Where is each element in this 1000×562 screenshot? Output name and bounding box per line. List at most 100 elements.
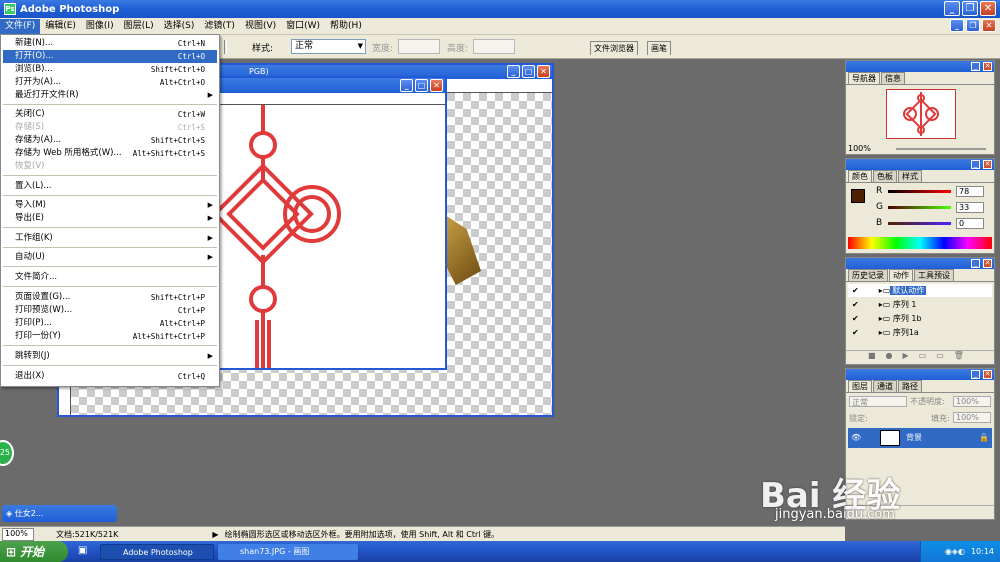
- menu-item-place[interactable]: 置入(L)...: [3, 180, 217, 193]
- menu-select[interactable]: 选择(S): [159, 19, 200, 34]
- green-slider[interactable]: [888, 206, 951, 209]
- tab-navigator[interactable]: 导航器: [848, 72, 880, 84]
- menu-help[interactable]: 帮助(H): [325, 19, 367, 34]
- menu-filter[interactable]: 滤镜(T): [199, 19, 240, 34]
- menu-item-print[interactable]: 打印(P)... Alt+Ctrl+P: [3, 317, 217, 330]
- width-input[interactable]: [398, 39, 440, 54]
- taskbar-item-label: shan73.JPG - 画图: [240, 547, 310, 556]
- menu-item-exit[interactable]: 退出(X) Ctrl+Q: [3, 370, 217, 383]
- menu-item-print-preview[interactable]: 打印预览(W)... Ctrl+P: [3, 304, 217, 317]
- minimize-icon[interactable]: _: [507, 65, 520, 78]
- actions-toolbar[interactable]: ■●▶▭▭🗑: [846, 350, 994, 363]
- minimize-icon[interactable]: _: [971, 160, 980, 169]
- menu-view[interactable]: 视图(V): [240, 19, 281, 34]
- tab-tool-presets[interactable]: 工具预设: [914, 269, 954, 281]
- minimize-icon[interactable]: _: [971, 259, 980, 268]
- foreground-color-swatch[interactable]: [851, 189, 865, 203]
- minimize-icon[interactable]: _: [971, 370, 980, 379]
- action-row[interactable]: ✔ ▸▭ 序列 1: [848, 298, 992, 311]
- maximize-icon[interactable]: □: [415, 79, 428, 92]
- menu-layer[interactable]: 图层(L): [119, 19, 159, 34]
- menu-item-save-as[interactable]: 存储为(A)... Shift+Ctrl+S: [3, 134, 217, 147]
- menu-edit[interactable]: 编辑(E): [40, 19, 81, 34]
- menu-item-open[interactable]: 打开(O)... Ctrl+O: [3, 50, 217, 63]
- style-select[interactable]: 正常 ▼: [291, 39, 366, 54]
- tab-info[interactable]: 信息: [881, 72, 905, 84]
- doc-restore-button[interactable]: ❐: [966, 19, 980, 32]
- navigator-thumbnail[interactable]: [886, 89, 956, 139]
- tab-paths[interactable]: 路径: [898, 380, 922, 392]
- tab-layers[interactable]: 图层: [848, 380, 872, 392]
- close-icon[interactable]: ✕: [983, 370, 992, 379]
- action-row[interactable]: ✔ ▸▭ 默认动作: [848, 284, 992, 297]
- menu-file[interactable]: 文件(F): [0, 18, 41, 34]
- taskbar-item-paint[interactable]: shan73.JPG - 画图: [218, 544, 358, 560]
- menu-item-label: 跳转到(J): [15, 351, 50, 361]
- maximize-icon[interactable]: □: [522, 65, 535, 78]
- menu-window[interactable]: 窗口(W): [281, 19, 325, 34]
- close-icon[interactable]: ✕: [983, 259, 992, 268]
- quicklaunch-icon[interactable]: ▣: [78, 545, 87, 556]
- menu-item-revert[interactable]: 恢复(V): [3, 160, 217, 173]
- menu-item-export[interactable]: 导出(E) ▶: [3, 212, 217, 225]
- menu-item-save-for-web[interactable]: 存储为 Web 所用格式(W)... Alt+Shift+Ctrl+S: [3, 147, 217, 160]
- tab-brushes[interactable]: 画笔: [647, 41, 671, 55]
- fill-input[interactable]: 100%: [953, 412, 991, 423]
- doc-close-button[interactable]: ✕: [982, 19, 996, 32]
- minimized-document[interactable]: ◈ 仕女2...: [2, 505, 117, 522]
- tab-file-browser[interactable]: 文件浏览器: [590, 41, 638, 55]
- minimize-icon[interactable]: _: [400, 79, 413, 92]
- menu-item-jump-to[interactable]: 跳转到(J) ▶: [3, 350, 217, 363]
- layer-row-background[interactable]: 👁 背景 🔒: [848, 428, 992, 448]
- menu-item-workgroup[interactable]: 工作组(K) ▶: [3, 232, 217, 245]
- action-row[interactable]: ✔ ▸▭ 序列 1b: [848, 312, 992, 325]
- tab-history[interactable]: 历史记录: [848, 269, 888, 281]
- arrow-icon[interactable]: ▶: [212, 530, 218, 539]
- minimize-button[interactable]: _: [944, 1, 960, 16]
- menu-item-save[interactable]: 存储(S) Ctrl+S: [3, 121, 217, 134]
- menu-item-new[interactable]: 新建(N)... Ctrl+N: [3, 37, 217, 50]
- menu-item-import[interactable]: 导入(M) ▶: [3, 199, 217, 212]
- menu-item-automate[interactable]: 自动(U) ▶: [3, 251, 217, 264]
- tray-icons[interactable]: ◉◈◐: [945, 547, 965, 556]
- menu-item-print-one[interactable]: 打印一份(Y) Alt+Shift+Ctrl+P: [3, 330, 217, 343]
- red-value-input[interactable]: 78: [956, 186, 984, 197]
- red-slider[interactable]: [888, 190, 951, 193]
- start-button[interactable]: ⊞ 开始: [0, 541, 68, 562]
- close-button[interactable]: ✕: [980, 1, 996, 16]
- zoom-slider[interactable]: [896, 148, 986, 150]
- tab-swatches[interactable]: 色板: [873, 170, 897, 182]
- doc-minimize-button[interactable]: _: [950, 19, 964, 32]
- blue-slider[interactable]: [888, 222, 951, 225]
- menu-item-close[interactable]: 关闭(C) Ctrl+W: [3, 108, 217, 121]
- color-ramp[interactable]: [848, 237, 992, 249]
- menu-item-file-info[interactable]: 文件简介...: [3, 271, 217, 284]
- close-icon[interactable]: ✕: [983, 160, 992, 169]
- taskbar-item-photoshop[interactable]: Adobe Photoshop: [100, 544, 214, 560]
- close-icon[interactable]: ✕: [537, 65, 550, 78]
- restore-button[interactable]: ❐: [962, 1, 978, 16]
- close-icon[interactable]: ✕: [983, 62, 992, 71]
- menu-image[interactable]: 图像(I): [81, 19, 119, 34]
- menu-item-label: 打印预览(W)...: [15, 305, 73, 315]
- badge[interactable]: 25: [0, 440, 14, 466]
- height-input[interactable]: [473, 39, 515, 54]
- close-icon[interactable]: ✕: [430, 79, 443, 92]
- menu-item-browse[interactable]: 浏览(B)... Shift+Ctrl+O: [3, 63, 217, 76]
- green-value-input[interactable]: 33: [956, 202, 984, 213]
- menu-item-open-as[interactable]: 打开为(A)... Alt+Ctrl+O: [3, 76, 217, 89]
- tab-channels[interactable]: 通道: [873, 380, 897, 392]
- tab-actions[interactable]: 动作: [889, 269, 913, 281]
- menu-item-page-setup[interactable]: 页面设置(G)... Shift+Ctrl+P: [3, 291, 217, 304]
- tab-color[interactable]: 颜色: [848, 170, 872, 182]
- status-zoom[interactable]: 100%: [2, 527, 34, 541]
- document-window-front[interactable]: _ □ ✕: [212, 76, 447, 370]
- menu-item-recent[interactable]: 最近打开文件(R) ▶: [3, 89, 217, 102]
- tab-styles[interactable]: 样式: [898, 170, 922, 182]
- blue-value-input[interactable]: 0: [956, 218, 984, 229]
- action-row[interactable]: ✔ ▸▭ 序列1a: [848, 326, 992, 339]
- canvas-front[interactable]: [212, 105, 445, 368]
- minimize-icon[interactable]: _: [971, 62, 980, 71]
- blend-mode-select[interactable]: 正常: [849, 396, 907, 407]
- opacity-input[interactable]: 100%: [953, 396, 991, 407]
